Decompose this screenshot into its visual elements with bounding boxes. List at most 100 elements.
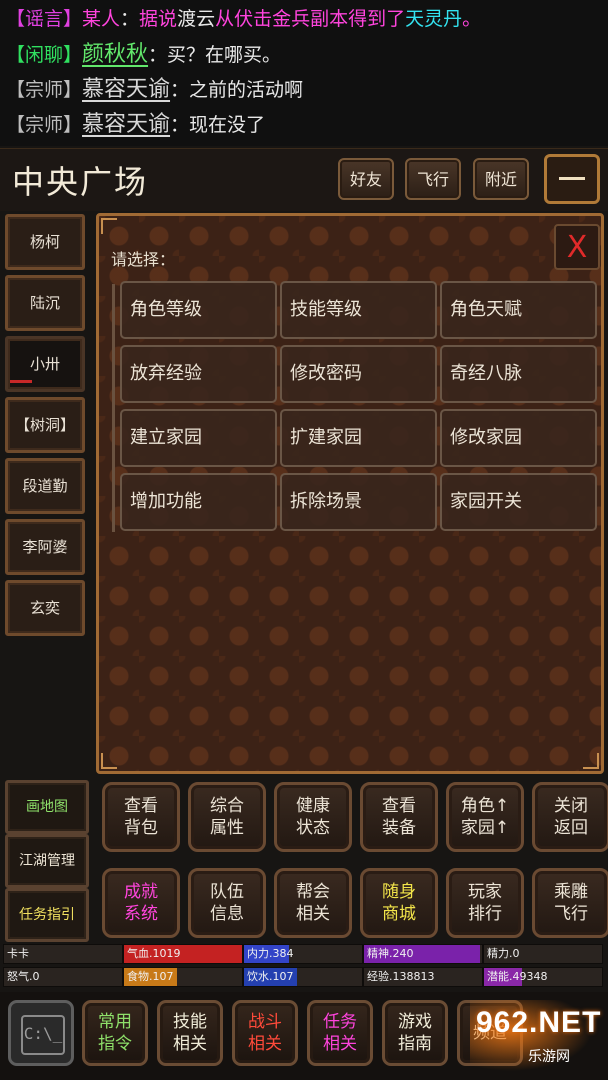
action-label: 综合 属性 [210, 796, 244, 838]
bottom-bar-label: 技能 相关 [173, 1012, 207, 1054]
corner-ornament [583, 753, 599, 769]
nearby-button[interactable]: 附近 [473, 158, 529, 200]
console-button[interactable]: C:\_ [8, 1000, 74, 1066]
action-button[interactable]: 成就 系统 [102, 868, 180, 938]
watermark-logo: 962.NET 乐游网 [470, 1000, 606, 1078]
npc-button[interactable]: 杨柯 [5, 214, 85, 270]
option-button[interactable]: 角色等级 [120, 281, 277, 339]
option-button[interactable]: 角色天赋 [440, 281, 597, 339]
option-button[interactable]: 修改密码 [280, 345, 437, 403]
location-header: 中央广场 好友 飞行 附近 [0, 148, 608, 211]
action-label: 角色↑ 家园↑ [460, 796, 510, 838]
npc-button[interactable]: 【树洞】 [5, 397, 85, 453]
chat-message: 【谣言】某人：据说渡云从伏击金兵副本得到了天灵丹。 [6, 2, 481, 36]
chat-channel-tag[interactable]: 【宗师】 [6, 73, 82, 107]
jianghu-manage-button[interactable]: 江湖管理 [5, 834, 89, 888]
option-button[interactable]: 拆除场景 [280, 473, 437, 531]
stat-label: 内力.384 [247, 947, 294, 960]
stat-label: 气血.1019 [127, 947, 181, 960]
chat-speaker[interactable]: 慕容天谕 [82, 108, 170, 142]
console-icon: C:\_ [21, 1015, 65, 1055]
action-button[interactable]: 综合 属性 [188, 782, 266, 852]
stat-label: 潜能.49348 [487, 970, 548, 983]
npc-button[interactable]: 玄奕 [5, 580, 85, 636]
chat-text: 之前的活动啊 [189, 79, 304, 101]
bottom-bar-button[interactable]: 技能 相关 [157, 1000, 223, 1066]
close-icon[interactable]: X [554, 224, 600, 270]
stat-label: 怒气.0 [7, 970, 40, 983]
option-button[interactable]: 技能等级 [280, 281, 437, 339]
action-button[interactable]: 查看 背包 [102, 782, 180, 852]
bottom-bar-button[interactable]: 战斗 相关 [232, 1000, 298, 1066]
chat-separator: ： [120, 8, 140, 30]
stat-label: 精神.240 [367, 947, 414, 960]
stat-label: 饮水.107 [247, 970, 294, 983]
chat-channel-tag[interactable]: 【谣言】 [6, 2, 82, 36]
action-button[interactable]: 随身 商城 [360, 868, 438, 938]
bottom-bar-button[interactable]: 游戏 指南 [382, 1000, 448, 1066]
option-button[interactable]: 修改家园 [440, 409, 597, 467]
action-button[interactable]: 关闭 返回 [532, 782, 608, 852]
option-button[interactable]: 奇经八脉 [440, 345, 597, 403]
chat-speaker[interactable]: 慕容天谕 [82, 73, 170, 107]
option-button[interactable]: 增加功能 [120, 473, 277, 531]
action-button[interactable]: 健康 状态 [274, 782, 352, 852]
option-button[interactable]: 放弃经验 [120, 345, 277, 403]
corner-ornament [101, 218, 117, 234]
npc-button[interactable]: 陆沉 [5, 275, 85, 331]
chat-speaker[interactable]: 某人 [82, 2, 120, 36]
watermark-sub: 乐游网 [528, 1049, 570, 1065]
location-title: 中央广场 [12, 163, 149, 201]
chat-text: 天灵丹 [405, 8, 463, 30]
action-label: 随身 商城 [382, 882, 416, 924]
npc-button[interactable]: 段道勤 [5, 458, 85, 514]
option-button[interactable]: 建立家园 [120, 409, 277, 467]
action-button[interactable]: 玩家 排行 [446, 868, 524, 938]
task-guide-button[interactable]: 任务指引 [5, 888, 89, 942]
selection-panel: X 请选择： 角色等级 技能等级 角色天赋 放弃经验 修改密码 奇经八脉 建立家园 扩建家园修… [96, 213, 604, 774]
chat-speaker[interactable]: 颜秋秋 [82, 38, 148, 72]
bottom-bar-label: 战斗 相关 [248, 1012, 282, 1054]
chat-separator: ： [170, 114, 190, 136]
fly-button[interactable]: 飞行 [405, 158, 461, 200]
action-button[interactable]: 队伍 信息 [188, 868, 266, 938]
chat-message: 【闲聊】颜秋秋：买？在哪买。 [6, 38, 281, 72]
action-label: 查看 背包 [124, 796, 158, 838]
stat-bar: 怒气.0 [3, 967, 123, 987]
stat-label: 精力.0 [487, 947, 520, 960]
action-button[interactable]: 乘雕 飞行 [532, 868, 608, 938]
selected-marker [10, 380, 32, 383]
bottom-bar-button[interactable]: 常用 指令 [82, 1000, 148, 1066]
action-label: 队伍 信息 [210, 882, 244, 924]
chat-channel-tag[interactable]: 【宗师】 [6, 108, 82, 142]
action-button[interactable]: 查看 装备 [360, 782, 438, 852]
stat-label: 经验.138813 [367, 970, 435, 983]
option-button[interactable]: 家园开关 [440, 473, 597, 531]
corner-ornament [101, 753, 117, 769]
chat-log: 【谣言】某人：据说渡云从伏击金兵副本得到了天灵丹。 【闲聊】颜秋秋：买？在哪买。【… [0, 0, 608, 146]
stat-bar: 内力.384 [243, 944, 363, 964]
action-button[interactable]: 帮会 相关 [274, 868, 352, 938]
action-label: 查看 装备 [382, 796, 416, 838]
action-label: 乘雕 飞行 [554, 882, 588, 924]
bottom-bar-button[interactable]: 任务 相关 [307, 1000, 373, 1066]
draw-map-button[interactable]: 画地图 [5, 780, 89, 834]
action-button[interactable]: 角色↑ 家园↑ [446, 782, 524, 852]
stat-bar: 卡卡 [3, 944, 123, 964]
npc-button[interactable]: 李阿婆 [5, 519, 85, 575]
chat-channel-tag[interactable]: 【闲聊】 [6, 38, 82, 72]
friends-button[interactable]: 好友 [338, 158, 394, 200]
chat-text: 从伏击金兵副本得到了 [215, 8, 406, 30]
stat-label: 卡卡 [7, 947, 29, 960]
menu-bar [559, 177, 585, 180]
stat-bar: 精力.0 [483, 944, 603, 964]
action-label: 玩家 排行 [468, 882, 502, 924]
stat-bar: 经验.138813 [363, 967, 483, 987]
menu-icon[interactable] [544, 154, 600, 204]
scrollbar[interactable] [112, 284, 115, 532]
npc-button[interactable]: 小卅 [5, 336, 85, 392]
bottom-bar-label: 游戏 指南 [398, 1012, 432, 1054]
chat-message: 【宗师】慕容天谕：现在没了 [6, 108, 265, 142]
option-button[interactable]: 扩建家园 [280, 409, 437, 467]
bottom-bar-label: 常用 指令 [98, 1012, 132, 1054]
